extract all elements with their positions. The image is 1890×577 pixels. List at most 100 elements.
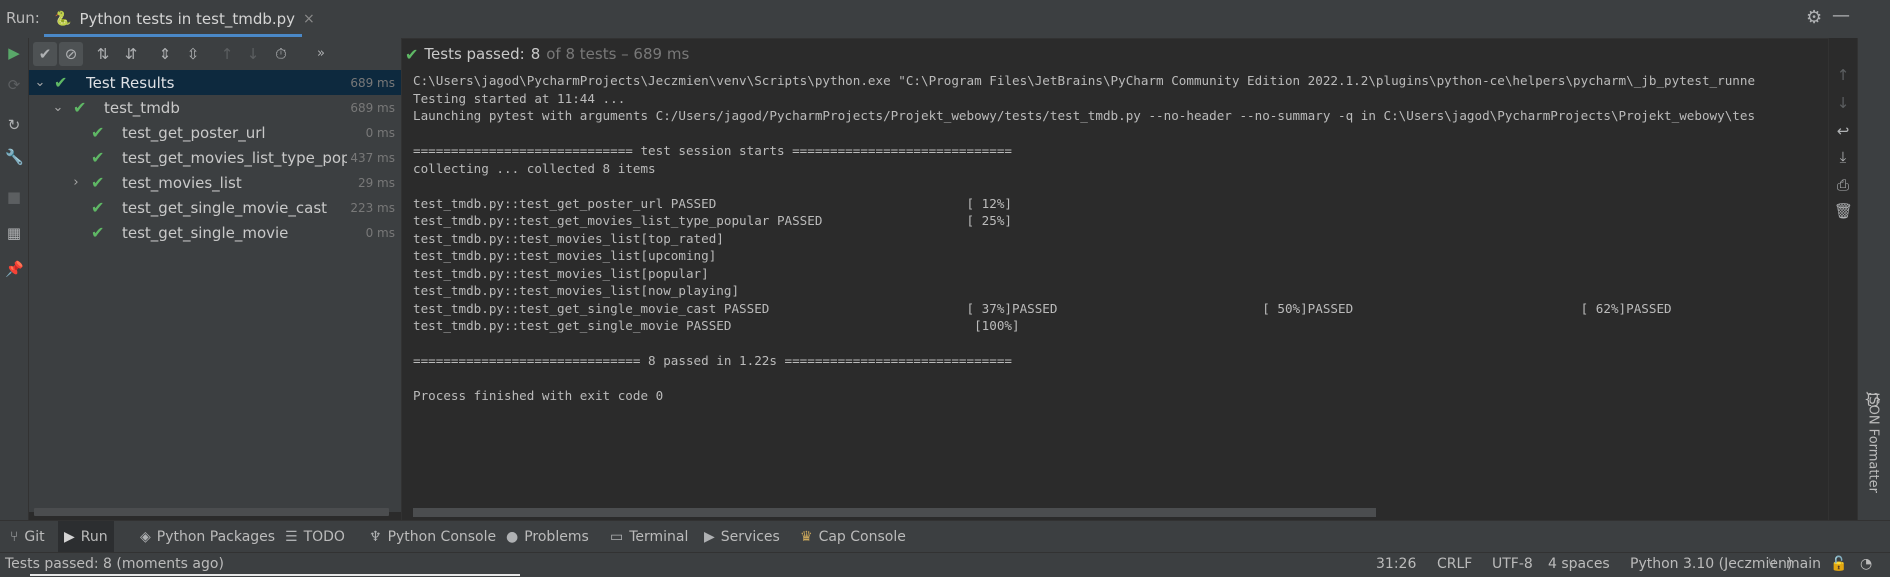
tree-node-label: test_get_movies_list_type_popula xyxy=(122,148,347,167)
sort-by-duration-icon[interactable]: ⇵ xyxy=(119,42,143,66)
tree-node-time: 689 ms xyxy=(350,100,395,115)
tree-row-test[interactable]: ✔ test_get_poster_url 0 ms xyxy=(29,120,401,145)
tab-python-console[interactable]: ♆ Python Console xyxy=(363,521,502,553)
chevron-down-icon[interactable]: ⌄ xyxy=(34,75,46,90)
down-arrow-icon[interactable]: ↓ xyxy=(1834,94,1852,112)
minimize-icon[interactable]: — xyxy=(1832,5,1850,26)
caret-position[interactable]: 31:26 xyxy=(1376,556,1416,572)
tree-node-time: 223 ms xyxy=(350,200,395,215)
tab-label: Python Packages xyxy=(156,529,276,545)
console-output[interactable]: C:\Users\jagod\PycharmProjects\Jeczmien\… xyxy=(402,70,1828,520)
file-encoding[interactable]: UTF-8 xyxy=(1492,556,1533,572)
tab-terminal[interactable]: ▭ Terminal xyxy=(604,521,694,553)
json-formatter-tab[interactable]: {} JSON Formatter xyxy=(1862,392,1884,508)
python-icon: ♆ xyxy=(369,529,382,545)
tree-row-test-tmdb[interactable]: ⌄ ✔ test_tmdb 689 ms xyxy=(29,95,401,120)
tab-python-packages[interactable]: ◈ Python Packages xyxy=(134,521,281,553)
test-results-tree: ⌄ ✔ Test Results 689 ms ⌄ ✔ test_tmdb 68… xyxy=(29,70,401,512)
git-branch-icon: ⑂ xyxy=(1768,556,1777,572)
console-line: test_tmdb.py::test_movies_list[now_playi… xyxy=(413,283,740,298)
console-line: test_tmdb.py::test_get_single_movie_cast… xyxy=(413,300,1672,316)
console-line: test_tmdb.py::test_movies_list[upcoming] xyxy=(413,248,717,263)
git-branch-icon: ⑂ xyxy=(10,529,19,545)
list-icon: ☰ xyxy=(285,529,298,545)
tree-node-label: test_get_poster_url xyxy=(122,123,266,142)
tree-row-test[interactable]: ✔ test_get_single_movie 0 ms xyxy=(29,220,401,245)
passed-check-icon: ✔ xyxy=(91,148,105,167)
tree-node-time: 689 ms xyxy=(350,75,395,90)
scroll-to-end-icon[interactable]: ⤓ xyxy=(1834,148,1852,166)
collapse-all-icon[interactable]: ⇳ xyxy=(181,42,205,66)
trash-icon[interactable]: 🗑 xyxy=(1834,202,1853,220)
tree-row-test[interactable]: ✔ test_get_movies_list_type_popula 437 m… xyxy=(29,145,401,170)
git-branch[interactable]: main xyxy=(1786,556,1821,572)
play-icon: ▶ xyxy=(64,529,75,545)
previous-failed-icon[interactable]: ↑ xyxy=(215,42,239,66)
chevron-right-icon[interactable]: › xyxy=(70,175,82,190)
passed-check-icon: ✔ xyxy=(91,198,105,217)
test-status-line: ✔ Tests passed: 8 of 8 tests – 689 ms xyxy=(405,38,689,70)
show-ignored-icon[interactable]: ⊘ xyxy=(59,42,83,66)
more-actions-icon[interactable]: » xyxy=(309,42,333,66)
console-line: test_tmdb.py::test_get_single_movie PASS… xyxy=(413,318,1020,333)
lock-icon[interactable]: 🔓 xyxy=(1830,556,1847,572)
console-line: test_tmdb.py::test_get_poster_url PASSED… xyxy=(413,195,1012,211)
tree-horizontal-scrollbar[interactable] xyxy=(34,508,389,516)
run-config-tab[interactable]: 🐍 Python tests in test_tmdb.py × xyxy=(44,0,325,37)
passed-check-icon: ✔ xyxy=(91,123,105,142)
tree-node-label: test_get_single_movie xyxy=(122,223,289,242)
tab-label: Services xyxy=(720,529,780,545)
console-line: collecting ... collected 8 items xyxy=(413,160,656,176)
console-toolbar: ↑ ↓ ↩ ⤓ ⎙ 🗑 xyxy=(1828,38,1857,520)
soft-wrap-icon[interactable]: ↩ xyxy=(1834,122,1852,140)
tab-todo[interactable]: ☰ TODO xyxy=(279,521,351,553)
tab-git[interactable]: ⑂ Git xyxy=(4,521,51,553)
expand-all-icon[interactable]: ⇕ xyxy=(153,42,177,66)
pin-icon[interactable]: 📌 xyxy=(5,260,24,278)
tab-label: Cap Console xyxy=(818,529,906,545)
tab-label: Terminal xyxy=(629,529,689,545)
console-line: Process finished with exit code 0 xyxy=(413,388,664,403)
test-history-icon[interactable]: ⏱ xyxy=(269,42,293,66)
stop-icon[interactable]: ■ xyxy=(5,188,23,206)
close-icon[interactable]: × xyxy=(303,11,315,27)
run-tab-title: Python tests in test_tmdb.py xyxy=(79,9,296,28)
next-failed-icon[interactable]: ↓ xyxy=(241,42,265,66)
tree-node-label: test_tmdb xyxy=(104,98,180,117)
tests-passed-label: Tests passed: xyxy=(424,45,525,63)
wrench-icon[interactable]: 🔧 xyxy=(5,148,24,166)
memory-indicator-icon[interactable]: ◔ xyxy=(1860,556,1872,572)
console-text: C:\Users\jagod\PycharmProjects\Jeczmien\… xyxy=(413,72,1828,405)
print-icon[interactable]: ⎙ xyxy=(1834,176,1852,194)
console-line: Testing started at 11:44 ... xyxy=(413,90,626,106)
tree-row-test[interactable]: › ✔ test_movies_list 29 ms xyxy=(29,170,401,195)
indent-setting[interactable]: 4 spaces xyxy=(1548,556,1610,572)
tree-row-test-results[interactable]: ⌄ ✔ Test Results 689 ms xyxy=(29,70,401,95)
tree-row-test[interactable]: ✔ test_get_single_movie_cast 223 ms xyxy=(29,195,401,220)
tab-problems[interactable]: ● Problems xyxy=(500,521,595,553)
up-arrow-icon[interactable]: ↑ xyxy=(1834,66,1852,84)
tab-services[interactable]: ▶ Services xyxy=(698,521,786,553)
console-horizontal-scrollbar[interactable] xyxy=(413,508,1376,517)
rerun-icon[interactable]: ▶ xyxy=(5,44,23,62)
gear-icon[interactable]: ⚙ xyxy=(1806,7,1822,28)
tab-label: Problems xyxy=(524,529,589,545)
tab-run[interactable]: ▶ Run xyxy=(58,521,114,553)
tree-node-time: 29 ms xyxy=(357,175,395,190)
chevron-down-icon[interactable]: ⌄ xyxy=(52,100,64,115)
tab-cap-console[interactable]: ♛ Cap Console xyxy=(794,521,912,553)
rerun-failed-icon[interactable]: ⟳ xyxy=(5,76,23,94)
status-message[interactable]: Tests passed: 8 (moments ago) xyxy=(5,556,224,572)
sort-alphabetically-icon[interactable]: ⇅ xyxy=(91,42,115,66)
show-passed-icon[interactable]: ✔ xyxy=(33,42,57,66)
tests-total-duration: of 8 tests – 689 ms xyxy=(546,45,690,63)
tree-node-label: test_get_single_movie_cast xyxy=(122,198,328,217)
layout-icon[interactable]: ▦ xyxy=(5,224,23,242)
tests-passed-count: 8 xyxy=(530,45,541,63)
toggle-auto-test-icon[interactable]: ↻ xyxy=(5,116,23,134)
console-line: test_tmdb.py::test_movies_list[top_rated… xyxy=(413,230,724,246)
tab-label: Run xyxy=(80,529,108,545)
line-separator[interactable]: CRLF xyxy=(1437,556,1472,572)
console-line: test_tmdb.py::test_get_movies_list_type_… xyxy=(413,213,1012,228)
tab-label: Git xyxy=(24,529,45,545)
